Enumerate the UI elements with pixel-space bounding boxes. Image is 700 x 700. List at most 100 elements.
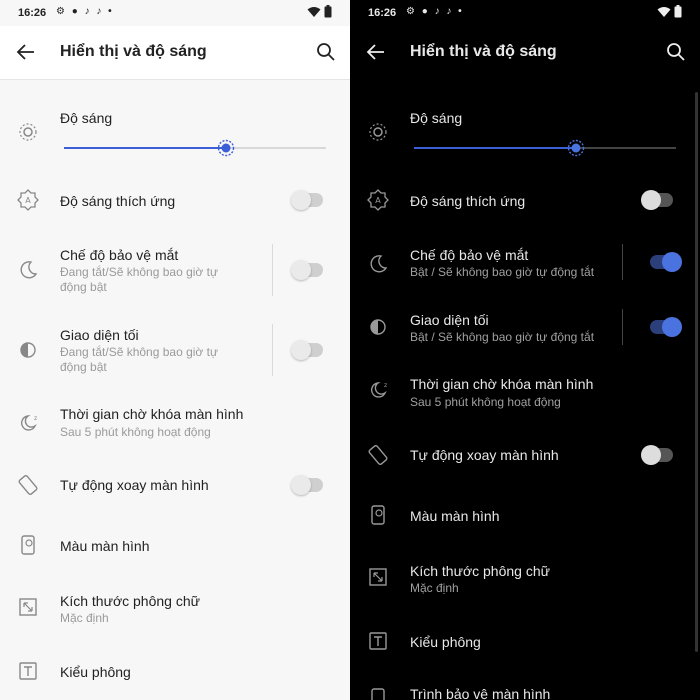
font-style-row[interactable]: Kiểu phông xyxy=(350,626,700,656)
screen-color-label: Màu màn hình xyxy=(410,508,500,524)
eye-comfort-label: Chế độ bảo vệ mắt xyxy=(60,247,179,263)
brightness-row: Độ sáng xyxy=(0,100,350,170)
svg-text:z: z xyxy=(384,382,387,389)
app-bar: Hiển thị và độ sáng xyxy=(350,26,700,80)
eye-comfort-toggle[interactable] xyxy=(291,260,323,280)
dark-mode-toggle[interactable] xyxy=(291,340,323,360)
screensaver-label: Trình bảo vệ màn hình xyxy=(410,686,551,700)
status-system-icons xyxy=(307,5,332,21)
screen-timeout-row[interactable]: z Thời gian chờ khóa màn hình Sau 5 phút… xyxy=(0,400,350,450)
brightness-icon xyxy=(19,123,37,141)
brightness-slider-thumb-icon[interactable] xyxy=(567,139,585,157)
font-size-value: Mặc định xyxy=(60,611,109,625)
adaptive-brightness-toggle[interactable] xyxy=(641,190,673,210)
font-style-label: Kiểu phông xyxy=(410,634,481,650)
screensaver-row[interactable]: Trình bảo vệ màn hình xyxy=(350,680,700,700)
screensaver-icon xyxy=(371,688,385,700)
eye-comfort-status-2: động bật xyxy=(60,280,107,294)
brightness-slider[interactable] xyxy=(64,139,326,157)
dark-mode-toggle[interactable] xyxy=(650,317,682,337)
resize-icon xyxy=(19,598,37,616)
dark-mode-status-1: Đang tắt/Sẽ không bao giờ tự xyxy=(60,345,219,359)
screen-color-row[interactable]: Màu màn hình xyxy=(0,530,350,560)
gear-icon: ⚙ xyxy=(406,6,417,17)
page-title: Hiển thị và độ sáng xyxy=(410,43,557,60)
auto-rotate-row[interactable]: Tự động xoay màn hình xyxy=(350,440,700,470)
svg-text:A: A xyxy=(25,196,31,205)
dark-mode-label: Giao diện tối xyxy=(60,327,139,343)
status-system-icons xyxy=(657,5,682,21)
tiktok-icon: ♪ xyxy=(96,6,104,17)
gear-icon: ⚙ xyxy=(56,6,67,17)
battery-icon xyxy=(674,5,682,18)
wifi-icon xyxy=(307,7,321,17)
rotate-icon xyxy=(18,475,38,495)
font-t-icon xyxy=(369,632,387,650)
brightness-slider-fill xyxy=(64,147,227,149)
brightness-slider[interactable] xyxy=(414,139,676,157)
dark-mode-row[interactable]: Giao diện tối Bật / Sẽ không bao giờ tự … xyxy=(350,305,700,353)
search-icon[interactable] xyxy=(314,40,338,64)
moon-icon xyxy=(370,255,388,273)
font-style-row[interactable]: Kiểu phông xyxy=(0,656,350,686)
adaptive-brightness-toggle[interactable] xyxy=(291,190,323,210)
auto-rotate-toggle[interactable] xyxy=(291,475,323,495)
font-t-icon xyxy=(19,662,37,680)
tiktok-icon: ♪ xyxy=(434,6,442,17)
dark-mode-row[interactable]: Giao diện tối Đang tắt/Sẽ không bao giờ … xyxy=(0,320,350,380)
svg-text:A: A xyxy=(375,196,381,205)
adaptive-brightness-row[interactable]: A Độ sáng thích ứng xyxy=(0,180,350,220)
rotate-icon xyxy=(368,445,388,465)
palette-phone-icon xyxy=(21,535,35,555)
toggle-knob xyxy=(641,190,661,210)
dark-mode-status-2: động bật xyxy=(60,360,107,374)
help-icon: ● xyxy=(71,6,80,17)
adaptive-brightness-row[interactable]: A Độ sáng thích ứng xyxy=(350,180,700,220)
brightness-label: Độ sáng xyxy=(60,110,113,126)
toggle-knob xyxy=(662,252,682,272)
app-bar: Hiển thị và độ sáng xyxy=(0,26,350,80)
page-title: Hiển thị và độ sáng xyxy=(60,43,207,60)
status-notification-icons: ⚙ ● ♪ ♪ • xyxy=(56,6,114,17)
sleep-moon-icon: z xyxy=(370,382,387,398)
divider xyxy=(622,244,623,280)
screen-color-label: Màu màn hình xyxy=(60,538,150,554)
eye-comfort-toggle[interactable] xyxy=(650,252,682,272)
battery-icon xyxy=(324,5,332,18)
toggle-knob xyxy=(291,260,311,280)
status-time: 16:26 xyxy=(368,7,397,19)
eye-comfort-row[interactable]: Chế độ bảo vệ mắt Bật / Sẽ không bao giờ… xyxy=(350,240,700,288)
font-size-row[interactable]: Kích thước phông chữ Mặc định xyxy=(0,585,350,630)
toggle-knob xyxy=(291,475,311,495)
auto-brightness-icon: A xyxy=(367,189,389,211)
auto-rotate-toggle[interactable] xyxy=(641,445,673,465)
screen-timeout-value: Sau 5 phút không hoạt động xyxy=(60,425,211,439)
back-arrow-icon[interactable] xyxy=(364,40,388,64)
eye-comfort-row[interactable]: Chế độ bảo vệ mắt Đang tắt/Sẽ không bao … xyxy=(0,240,350,300)
toggle-knob xyxy=(641,445,661,465)
screen-timeout-value: Sau 5 phút không hoạt động xyxy=(410,395,561,409)
dark-mode-status: Bật / Sẽ không bao giờ tự động tắt xyxy=(410,330,595,344)
font-size-row[interactable]: Kích thước phông chữ Mặc định xyxy=(350,555,700,600)
brightness-row: Độ sáng xyxy=(350,100,700,170)
screen-timeout-label: Thời gian chờ khóa màn hình xyxy=(410,376,594,392)
toggle-knob xyxy=(291,340,311,360)
eye-comfort-label: Chế độ bảo vệ mắt xyxy=(410,247,529,263)
brightness-slider-thumb-icon[interactable] xyxy=(217,139,235,157)
auto-rotate-label: Tự động xoay màn hình xyxy=(60,477,209,493)
eye-comfort-status: Bật / Sẽ không bao giờ tự động tắt xyxy=(410,265,595,279)
status-time: 16:26 xyxy=(18,7,47,19)
auto-rotate-row[interactable]: Tự động xoay màn hình xyxy=(0,470,350,500)
sleep-moon-icon: z xyxy=(20,415,37,431)
auto-rotate-label: Tự động xoay màn hình xyxy=(410,447,559,463)
font-size-label: Kích thước phông chữ xyxy=(60,593,200,609)
font-size-value: Mặc định xyxy=(410,581,459,595)
search-icon[interactable] xyxy=(664,40,688,64)
screen-timeout-row[interactable]: z Thời gian chờ khóa màn hình Sau 5 phút… xyxy=(350,370,700,415)
back-arrow-icon[interactable] xyxy=(14,40,38,64)
font-size-label: Kích thước phông chữ xyxy=(410,563,550,579)
auto-brightness-icon: A xyxy=(17,189,39,211)
dot-icon: • xyxy=(108,6,114,17)
screen-color-row[interactable]: Màu màn hình xyxy=(350,500,700,530)
adaptive-brightness-label: Độ sáng thích ứng xyxy=(410,193,526,209)
